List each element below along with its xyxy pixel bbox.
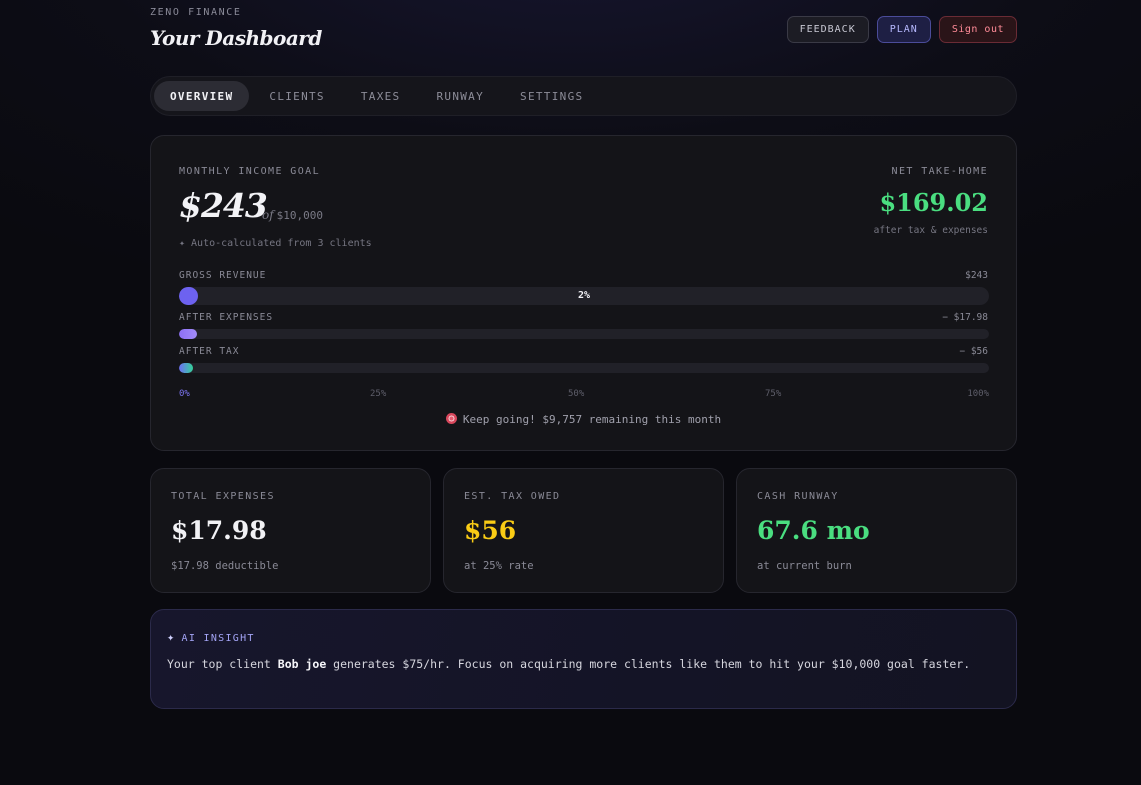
gross-revenue-label: GROSS REVENUE — [179, 270, 267, 281]
scale-tick-50: 50% — [568, 389, 585, 399]
after-tax-value: − $56 — [959, 346, 988, 357]
tab-clients[interactable]: CLIENTS — [253, 81, 340, 111]
net-take-home-sub: after tax & expenses — [873, 225, 988, 236]
cash-runway-card: CASH RUNWAY 67.6 mo at current burn — [736, 468, 1017, 593]
feedback-button[interactable]: FEEDBACK — [786, 16, 869, 43]
scale-tick-100: 100% — [967, 389, 989, 399]
tab-runway[interactable]: RUNWAY — [420, 81, 500, 111]
income-amount: $243 — [179, 186, 268, 225]
tab-settings[interactable]: SETTINGS — [504, 81, 599, 111]
tax-owed-label: EST. TAX OWED — [464, 491, 561, 502]
page-title: Your Dashboard — [150, 26, 322, 50]
auto-calc-note: ✦ Auto-calculated from 3 clients — [179, 238, 372, 249]
scale-tick-75: 75% — [765, 389, 782, 399]
total-expenses-value: $17.98 — [171, 516, 267, 545]
brand-name: ZENO FINANCE — [150, 7, 242, 18]
income-goal-label: MONTHLY INCOME GOAL — [179, 166, 320, 177]
cash-runway-sub: at current burn — [757, 560, 852, 572]
of-word: of — [262, 208, 274, 222]
tab-overview[interactable]: OVERVIEW — [154, 81, 250, 111]
cash-runway-label: CASH RUNWAY — [757, 491, 839, 502]
total-expenses-sub: $17.98 deductible — [171, 560, 279, 572]
after-tax-bar — [179, 363, 989, 373]
ai-insight-card: ✦ AI INSIGHT Your top client Bob joe gene… — [150, 609, 1017, 709]
after-expenses-value: − $17.98 — [942, 312, 988, 323]
after-tax-fill — [179, 363, 193, 373]
tax-owed-card: EST. TAX OWED $56 at 25% rate — [443, 468, 724, 593]
keep-going-message: Keep going! $9,757 remaining this month — [151, 413, 1016, 426]
scale-tick-0: 0% — [179, 389, 190, 399]
net-take-home-amount: $169.02 — [879, 188, 988, 217]
gross-revenue-percent: 2% — [577, 290, 591, 301]
top-client-name: Bob joe — [277, 657, 327, 671]
keep-going-text: Keep going! $9,757 remaining this month — [462, 413, 722, 426]
cash-runway-value: 67.6 mo — [757, 516, 870, 545]
scale-tick-25: 25% — [370, 389, 387, 399]
after-expenses-label: AFTER EXPENSES — [179, 312, 274, 323]
income-target: of $10,000 — [262, 208, 323, 222]
ai-insight-header: ✦ AI INSIGHT — [167, 630, 255, 644]
tax-owed-value: $56 — [464, 516, 517, 545]
insight-text-start: Your top client — [167, 657, 278, 671]
tab-taxes[interactable]: TAXES — [345, 81, 417, 111]
net-take-home-label: NET TAKE-HOME — [891, 166, 988, 177]
tax-owed-sub: at 25% rate — [464, 560, 534, 572]
sparkle-icon: ✦ — [167, 630, 176, 644]
after-tax-label: AFTER TAX — [179, 346, 240, 357]
target-amount: $10,000 — [276, 209, 324, 222]
income-goal-card: MONTHLY INCOME GOAL $243 of $10,000 ✦ Aut… — [150, 135, 1017, 451]
plan-button[interactable]: PLAN — [876, 16, 931, 43]
gross-revenue-value: $243 — [965, 270, 988, 281]
target-icon — [445, 413, 457, 424]
ai-insight-label: AI INSIGHT — [181, 633, 255, 644]
ai-insight-text: Your top client Bob joe generates $75/hr… — [167, 655, 987, 674]
after-expenses-fill — [179, 329, 197, 339]
total-expenses-card: TOTAL EXPENSES $17.98 $17.98 deductible — [150, 468, 431, 593]
after-expenses-bar — [179, 329, 989, 339]
total-expenses-label: TOTAL EXPENSES — [171, 491, 275, 502]
gross-revenue-bar: 2% — [179, 287, 989, 305]
header-actions: FEEDBACK PLAN Sign out — [786, 16, 1017, 43]
progress-scale: 0% 25% 50% 75% 100% — [179, 389, 989, 401]
insight-text-end: generates $75/hr. Focus on acquiring mor… — [326, 657, 971, 671]
tab-bar: OVERVIEW CLIENTS TAXES RUNWAY SETTINGS — [150, 76, 1017, 116]
sign-out-button[interactable]: Sign out — [938, 16, 1017, 43]
